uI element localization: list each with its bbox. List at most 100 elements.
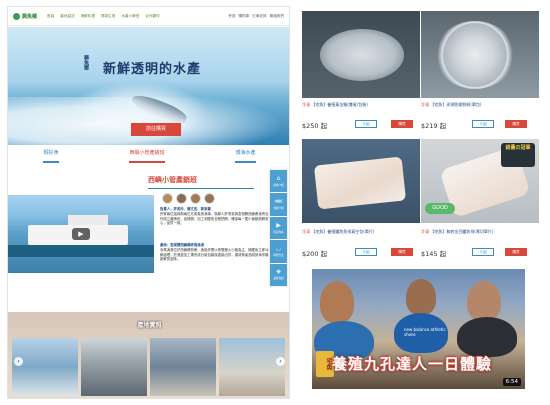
person	[320, 281, 354, 323]
nav-item[interactable]: 環境生態	[101, 14, 115, 19]
oyster-plate	[435, 21, 515, 89]
side-menu-label: 漁場介紹	[273, 207, 284, 211]
nav-item[interactable]: 首頁	[47, 14, 54, 19]
nav-item[interactable]: 水產小學堂	[121, 14, 139, 19]
cart-link[interactable]: 購物車	[238, 14, 249, 19]
hero-vertical-text: 興魚鄉	[83, 55, 89, 70]
product-name: 【宅魚】無刺金目鱸魚排(厚切單片)	[430, 229, 494, 234]
nav-item[interactable]: 產地直送	[60, 14, 74, 19]
intro-button[interactable]: 介紹	[355, 248, 377, 256]
product-name: 【宅魚】養殖鱸魚魚排真空包(單片)	[311, 229, 375, 234]
side-menu: ⌂ 產地介紹 ⋘ 漁場介紹 ▶ 影音專區 ◡ 料理方式 ◈ 品質保證	[270, 170, 287, 287]
contact-link[interactable]: 聯絡我們	[270, 14, 284, 19]
nav-item[interactable]: 海鮮料理	[81, 14, 95, 19]
logo-icon	[13, 12, 20, 20]
tab-brand[interactable]: 博海水產	[235, 149, 256, 163]
section-title: 西嶼小管產銷班	[148, 176, 197, 184]
place-info: 產地：澎湖縣西嶼鄉赤馬漁港 赤馬漁港位於西嶼鄉西側，漁船作業以夜間燈火小管為主，…	[160, 243, 270, 262]
product-image[interactable]: 銷量の冠軍 GOOD	[421, 139, 539, 223]
side-menu-label: 品質保證	[273, 277, 284, 281]
product-price: $250 起	[302, 122, 328, 130]
fish-icon: ⋘	[274, 198, 283, 206]
person	[467, 281, 501, 321]
intro-button[interactable]: 介紹	[472, 120, 494, 128]
product-name: 【宅魚】養殖黃金鯧(雙尾/包裝)	[311, 102, 368, 107]
shirt-text: new balance athletic shoes	[404, 327, 446, 337]
video-duration: 6:54	[502, 378, 521, 386]
gallery-photo[interactable]	[219, 338, 285, 396]
hero-banner: 興魚鄉 新鮮透明的水產 前往購買	[8, 27, 289, 145]
product-price: $145 起	[421, 250, 447, 258]
hero-title: 新鮮透明的水產	[103, 62, 202, 77]
top-nav: 興魚鄉 首頁 產地直送 海鮮料理 環境生態 水產小學堂 合作夥伴 會員 購物車 …	[8, 7, 289, 26]
bowl-icon: ◡	[275, 244, 282, 252]
chevron-left-icon[interactable]: ‹	[14, 357, 23, 366]
pomfret-fish	[320, 29, 404, 81]
product-title[interactable]: 冷凍 【宅魚】養殖鱸魚魚排真空包(單片)	[302, 229, 374, 235]
gallery-photo[interactable]	[150, 338, 216, 396]
product-title[interactable]: 冷凍 【宅魚】澎湖肥美鮮蚵(單包)	[421, 102, 481, 108]
brand-tabs: 飼好漁 西嶼小管產銷班 博海水產	[8, 149, 289, 163]
side-menu-item[interactable]: ◈ 品質保證	[270, 263, 287, 287]
avatar	[176, 193, 187, 204]
side-menu-item[interactable]: ◡ 料理方式	[270, 240, 287, 263]
product-title[interactable]: 冷凍 【宅魚】無刺金目鱸魚排(厚切單片)	[421, 229, 493, 235]
buy-button[interactable]: 購買	[391, 248, 413, 256]
buy-button[interactable]: 購買	[391, 120, 413, 128]
person	[406, 279, 436, 315]
hero-buy-button[interactable]: 前往購買	[131, 123, 181, 136]
product-image[interactable]	[302, 139, 420, 223]
tab-brand-active[interactable]: 西嶼小管產銷班	[129, 149, 165, 163]
person-shirt	[457, 317, 517, 357]
buy-button[interactable]: 購買	[505, 248, 527, 256]
product-price: $219 起	[421, 122, 447, 130]
place-heading: 產地：澎湖縣西嶼鄉赤馬漁港	[160, 243, 205, 247]
good-badge: GOOD	[425, 203, 455, 214]
intro-button[interactable]: 介紹	[355, 120, 377, 128]
product-tag: 冷凍	[421, 229, 429, 234]
video-thumbnail[interactable]: new balance athletic shoes 宅魚 養殖九孔達人一日體驗…	[312, 269, 525, 389]
product-image[interactable]	[302, 11, 420, 98]
avatar	[190, 193, 201, 204]
shield-icon: ◈	[276, 268, 281, 276]
video-caption: 養殖九孔達人一日體驗	[332, 355, 493, 373]
photo-gallery: 產地實照 ‹ ›	[8, 312, 289, 398]
left-webpage: 興魚鄉 首頁 產地直送 海鮮料理 環境生態 水產小學堂 合作夥伴 會員 購物車 …	[7, 6, 290, 399]
play-icon[interactable]: ▶	[72, 228, 90, 240]
side-menu-item[interactable]: ⌂ 產地介紹	[270, 170, 287, 193]
product-name: 【宅魚】澎湖肥美鮮蚵(單包)	[430, 102, 482, 107]
buy-button[interactable]: 購買	[505, 120, 527, 128]
orders-link[interactable]: 訂單查詢	[252, 14, 266, 19]
side-menu-item[interactable]: ▶ 影音專區	[270, 216, 287, 240]
nav-right: 會員 購物車 訂單查詢 聯絡我們	[228, 14, 284, 19]
house-icon: ⌂	[276, 174, 281, 182]
chevron-right-icon[interactable]: ›	[276, 357, 285, 366]
side-menu-item[interactable]: ⋘ 漁場介紹	[270, 193, 287, 216]
bestseller-badge: 銷量の冠軍	[501, 143, 535, 167]
logo-text: 興魚鄉	[22, 13, 38, 20]
gallery-photo[interactable]	[81, 338, 147, 396]
product-tag: 冷凍	[302, 102, 310, 107]
harbor-video[interactable]: ▶	[8, 195, 154, 273]
side-menu-label: 料理方式	[273, 253, 284, 257]
nav-item[interactable]: 合作夥伴	[145, 14, 159, 19]
side-menu-label: 影音專區	[273, 230, 284, 234]
site-logo[interactable]: 興魚鄉	[13, 12, 38, 20]
product-tag: 冷凍	[302, 229, 310, 234]
tab-brand[interactable]: 飼好漁	[43, 149, 59, 163]
member-link[interactable]: 會員	[228, 14, 235, 19]
intro-button[interactable]: 介紹	[472, 248, 494, 256]
people-description: 許家兩位姐妹與兩位兄弟負責漁事，與鄰人許清泉與澎湖縣西嶼鄉漁會合作成立產銷班，從…	[160, 211, 269, 226]
section-divider	[148, 188, 254, 189]
avatar	[204, 193, 215, 204]
place-description: 赤馬漁港位於西嶼鄉西側，漁船作業以夜間燈火小管為主，捕獲後立即冰鮮處理，於港邊加…	[160, 247, 269, 262]
product-image[interactable]	[421, 11, 539, 98]
product-title[interactable]: 冷凍 【宅魚】養殖黃金鯧(雙尾/包裝)	[302, 102, 368, 108]
fish-fillet	[313, 156, 407, 210]
side-menu-label: 產地介紹	[273, 183, 284, 187]
people-heading: 負責人：許美玲、陳文宏、郭家豪	[160, 207, 211, 211]
dock	[8, 245, 154, 257]
video-icon: ▶	[276, 221, 281, 229]
product-tag: 冷凍	[421, 102, 429, 107]
gallery-photo[interactable]	[12, 338, 78, 396]
